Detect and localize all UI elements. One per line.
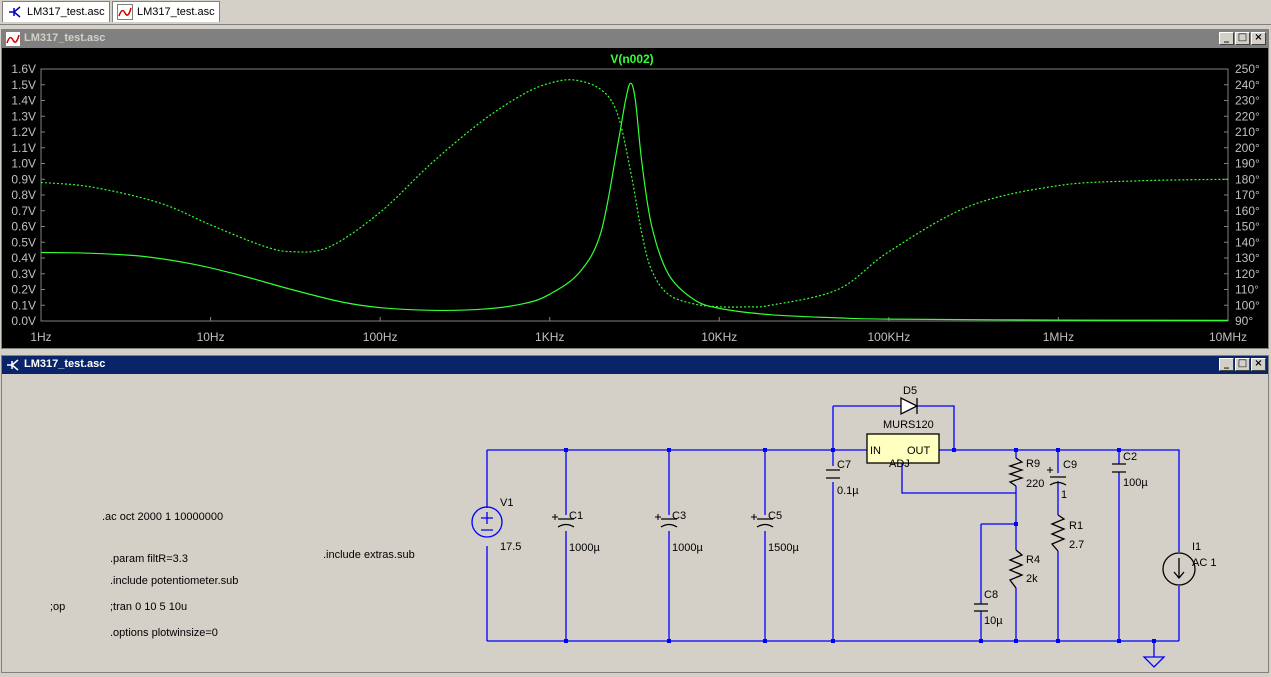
resistor-icon bbox=[1050, 514, 1066, 552]
r1-name: R1 bbox=[1069, 520, 1083, 532]
c2-name: C2 bbox=[1123, 451, 1137, 463]
directive-include-extras: .include extras.sub bbox=[323, 549, 415, 561]
i1-value: AC 1 bbox=[1192, 557, 1216, 569]
ic-pin-in: IN bbox=[870, 445, 881, 457]
c1-value: 1000µ bbox=[569, 542, 600, 554]
v1-value: 17.5 bbox=[500, 541, 521, 553]
r1-value: 2.7 bbox=[1069, 539, 1084, 551]
r9-value: 220 bbox=[1026, 478, 1044, 490]
c8-value: 10µ bbox=[984, 615, 1003, 627]
ic-pin-out: OUT bbox=[907, 445, 931, 457]
wire-adj bbox=[901, 463, 1016, 494]
r9-name: R9 bbox=[1026, 458, 1040, 470]
directive-tran-commented: ;tran 0 10 5 10u bbox=[110, 601, 187, 613]
diode-icon bbox=[900, 396, 919, 416]
resistor-icon bbox=[1008, 549, 1024, 589]
ic-pin-adj: ADJ bbox=[889, 458, 910, 470]
schematic-window: LM317_test.asc _ □ × IN OUT ADJ V1 17.5 … bbox=[1, 355, 1269, 673]
resistor-icon bbox=[1007, 457, 1025, 487]
directive-ac: .ac oct 2000 1 10000000 bbox=[102, 511, 223, 523]
current-source-icon bbox=[1162, 552, 1196, 586]
directive-op-commented: ;op bbox=[50, 601, 65, 613]
d5-value: MURS120 bbox=[883, 419, 934, 431]
directive-include-potentiometer: .include potentiometer.sub bbox=[110, 575, 238, 587]
ground-icon bbox=[1142, 656, 1166, 668]
voltage-source-icon bbox=[471, 506, 503, 538]
c1-name: C1 bbox=[569, 510, 583, 522]
v1-name: V1 bbox=[500, 497, 513, 509]
junctions bbox=[564, 448, 1156, 643]
c9-name: C9 bbox=[1063, 459, 1077, 471]
r4-value: 2k bbox=[1026, 573, 1038, 585]
component-labels: V1 17.5 C1 1000µ C3 1000µ C5 1500µ C7 0.… bbox=[500, 385, 1216, 627]
c7-name: C7 bbox=[837, 459, 851, 471]
c3-name: C3 bbox=[672, 510, 686, 522]
i1-name: I1 bbox=[1192, 541, 1201, 553]
c5-value: 1500µ bbox=[768, 542, 799, 554]
directive-options: .options plotwinsize=0 bbox=[110, 627, 218, 639]
c5-name: C5 bbox=[768, 510, 782, 522]
c2-value: 100µ bbox=[1123, 477, 1148, 489]
d5-name: D5 bbox=[903, 385, 917, 397]
r4-name: R4 bbox=[1026, 554, 1040, 566]
c8-name: C8 bbox=[984, 589, 998, 601]
schematic-canvas[interactable]: IN OUT ADJ V1 17.5 C1 1000µ C3 1000µ C5 … bbox=[1, 1, 1271, 677]
spice-directives: .ac oct 2000 1 10000000 .param filtR=3.3… bbox=[50, 511, 415, 639]
directive-param: .param filtR=3.3 bbox=[110, 553, 188, 565]
c9-value: 1 bbox=[1061, 489, 1067, 501]
c3-value: 1000µ bbox=[672, 542, 703, 554]
c7-value: 0.1µ bbox=[837, 485, 859, 497]
